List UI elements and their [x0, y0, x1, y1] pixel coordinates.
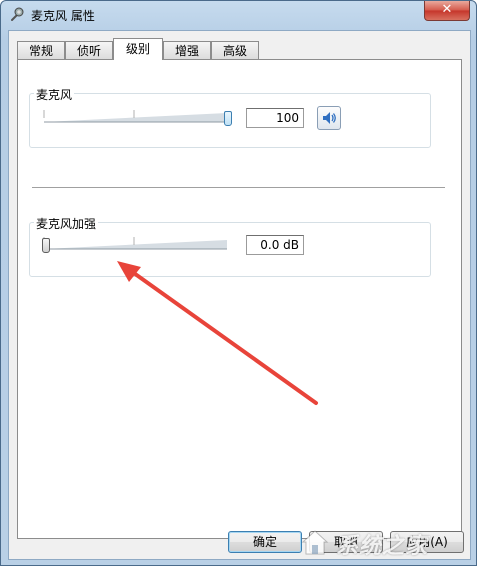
- tab-enhancements[interactable]: 增强: [163, 41, 211, 59]
- window-title: 麦克风 属性: [31, 9, 95, 23]
- mute-button[interactable]: [317, 106, 341, 130]
- boost-level-value[interactable]: 0.0 dB: [246, 235, 304, 255]
- tab-general[interactable]: 常规: [17, 41, 65, 59]
- group-separator: [32, 187, 445, 189]
- ok-button[interactable]: 确定: [228, 531, 302, 553]
- tab-levels[interactable]: 级别: [113, 38, 163, 60]
- microphone-slider-track: [43, 110, 227, 124]
- watermark: 系统之家: [300, 523, 470, 559]
- house-logo-icon: [301, 530, 329, 555]
- tab-listen[interactable]: 侦听: [65, 41, 113, 59]
- dialog-client-area: 常规 侦听 级别 增强 高级 麦克风 100 麦克风加强 0.0 dB 确定 取…: [8, 30, 471, 560]
- microphone-slider-thumb[interactable]: [224, 111, 232, 126]
- levels-panel: 麦克风 100 麦克风加强 0.0 dB: [17, 59, 462, 539]
- microphone-label: 麦克风: [34, 86, 75, 103]
- microphone-slider[interactable]: [42, 108, 232, 128]
- boost-slider[interactable]: [42, 235, 232, 255]
- close-button[interactable]: ✕: [424, 1, 470, 21]
- boost-group: 麦克风加强 0.0 dB: [29, 215, 431, 277]
- boost-slider-thumb[interactable]: [42, 238, 50, 253]
- microphone-icon: [11, 7, 24, 21]
- properties-window: 麦克风 属性 ✕ 常规 侦听 级别 增强 高级 麦克风 100 麦克风加强 0.…: [0, 0, 477, 566]
- microphone-group: 麦克风 100: [29, 86, 431, 148]
- tab-advanced[interactable]: 高级: [211, 41, 259, 59]
- watermark-text: 系统之家: [336, 534, 429, 559]
- boost-label: 麦克风加强: [34, 215, 99, 232]
- microphone-level-value[interactable]: 100: [246, 108, 304, 128]
- boost-slider-track: [43, 237, 227, 251]
- speaker-icon: [323, 112, 336, 124]
- title-bar[interactable]: 麦克风 属性 ✕: [1, 1, 476, 29]
